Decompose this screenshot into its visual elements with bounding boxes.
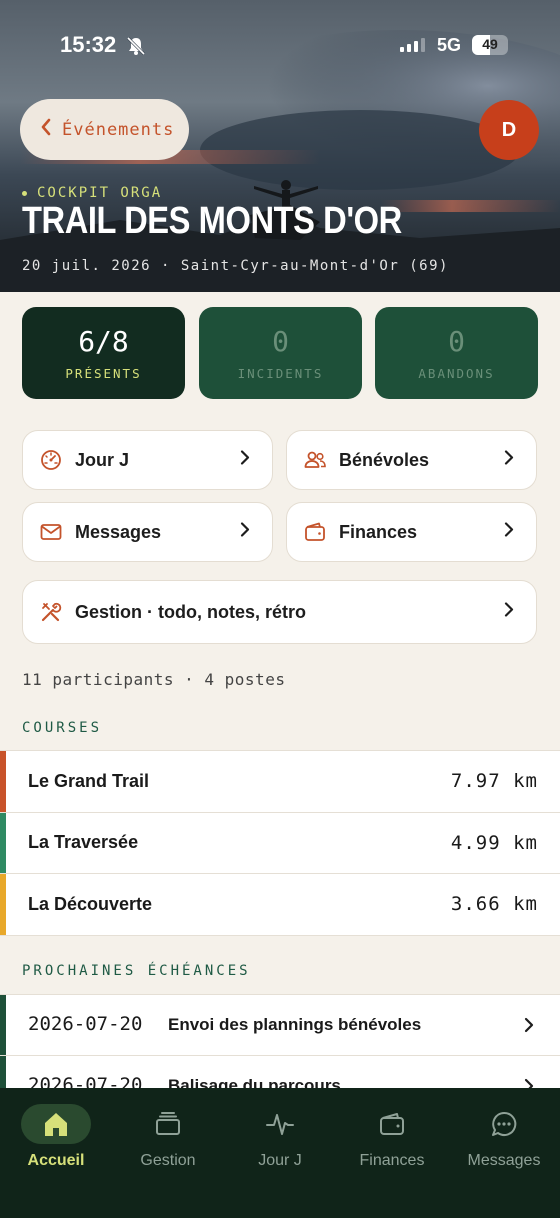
speedometer-icon bbox=[39, 448, 63, 472]
bell-off-icon bbox=[126, 36, 146, 60]
course-name: La Découverte bbox=[28, 893, 153, 914]
tile-benevoles[interactable]: Bénévoles bbox=[286, 430, 537, 490]
battery-level: 49 bbox=[482, 36, 498, 52]
wallet-icon bbox=[303, 520, 327, 544]
deadline-title: Envoi des plannings bénévoles bbox=[168, 1015, 422, 1034]
course-list: Le Grand Trail 7.97 km La Traversée 4.99… bbox=[0, 750, 560, 936]
tile-jour-j[interactable]: Jour J bbox=[22, 430, 273, 490]
tab-label: Finances bbox=[359, 1152, 425, 1169]
tile-gestion[interactable]: Gestion · todo, notes, rétro bbox=[22, 580, 537, 644]
course-distance: 4.99 km bbox=[450, 831, 538, 854]
stat-label: PRÉSENTS bbox=[65, 366, 142, 381]
stat-value: 0 bbox=[272, 325, 289, 358]
event-kicker: COCKPIT ORGA bbox=[22, 185, 162, 201]
course-name: La Traversée bbox=[28, 832, 139, 853]
tile-label: Jour J bbox=[75, 449, 130, 470]
chevron-right-icon bbox=[504, 602, 514, 623]
tile-messages[interactable]: Messages bbox=[22, 502, 273, 562]
stat-label: ABANDONS bbox=[418, 366, 495, 381]
course-row[interactable]: Le Grand Trail 7.97 km bbox=[0, 751, 560, 813]
stat-incidents[interactable]: 0 INCIDENTS bbox=[199, 307, 362, 399]
tab-label: Jour J bbox=[258, 1152, 302, 1169]
course-row[interactable]: La Découverte 3.66 km bbox=[0, 874, 560, 936]
chevron-right-icon bbox=[240, 522, 250, 543]
chevron-right-icon bbox=[504, 522, 514, 543]
deadline-date: 2026-07-20 bbox=[28, 1013, 143, 1035]
deadline-row[interactable]: 2026-07-20 Envoi des plannings bénévoles bbox=[0, 995, 560, 1056]
battery-icon: 49 bbox=[472, 35, 508, 55]
tab-finances[interactable]: Finances bbox=[336, 1104, 448, 1170]
home-icon bbox=[21, 1104, 91, 1144]
tab-jour-j[interactable]: Jour J bbox=[224, 1104, 336, 1170]
course-distance: 7.97 km bbox=[450, 770, 538, 793]
course-color-bar bbox=[0, 812, 6, 873]
pulse-icon bbox=[224, 1104, 336, 1144]
chevron-right-icon bbox=[240, 450, 250, 471]
chevron-right-icon bbox=[504, 450, 514, 471]
network-type: 5G bbox=[437, 35, 462, 55]
stat-abandons[interactable]: 0 ABANDONS bbox=[375, 307, 538, 399]
course-name: Le Grand Trail bbox=[28, 770, 150, 791]
event-title: TRAIL DES MONTS D'OR bbox=[22, 200, 402, 242]
tab-bar: Accueil Gestion Jour J Finances Messages bbox=[0, 1088, 560, 1218]
stat-label: INCIDENTS bbox=[237, 366, 324, 381]
tile-label: Messages bbox=[75, 521, 162, 542]
tile-label: Bénévoles bbox=[339, 449, 430, 470]
course-distance: 3.66 km bbox=[450, 893, 538, 916]
tile-finances[interactable]: Finances bbox=[286, 502, 537, 562]
envelope-icon bbox=[39, 520, 63, 544]
signal-icon bbox=[400, 38, 425, 52]
people-icon bbox=[303, 448, 327, 472]
tab-messages[interactable]: Messages bbox=[448, 1104, 560, 1170]
tile-label: Gestion · todo, notes, rétro bbox=[75, 601, 307, 622]
user-avatar[interactable]: D bbox=[479, 100, 539, 160]
chevron-right-icon bbox=[524, 1017, 534, 1037]
stat-presents[interactable]: 6/8 PRÉSENTS bbox=[22, 307, 185, 399]
status-time: 15:32 bbox=[60, 32, 117, 57]
back-button[interactable]: Événements bbox=[20, 99, 189, 160]
event-summary: 11 participants · 4 postes bbox=[22, 670, 286, 689]
status-bar: 15:32 5G 49 bbox=[0, 0, 560, 90]
stat-value: 0 bbox=[448, 325, 465, 358]
tab-label: Gestion bbox=[140, 1152, 196, 1169]
tray-icon bbox=[112, 1104, 224, 1144]
kicker-dot bbox=[22, 190, 27, 196]
course-row[interactable]: La Traversée 4.99 km bbox=[0, 812, 560, 874]
chat-icon bbox=[448, 1104, 560, 1144]
courses-heading: COURSES bbox=[22, 720, 103, 736]
deadline-color-bar bbox=[0, 995, 6, 1055]
tab-gestion[interactable]: Gestion bbox=[112, 1104, 224, 1170]
deadlines-heading: PROCHAINES ÉCHÉANCES bbox=[22, 963, 251, 979]
stat-value: 6/8 bbox=[78, 325, 129, 358]
kicker-label: COCKPIT ORGA bbox=[37, 185, 163, 201]
tab-label: Messages bbox=[467, 1152, 541, 1169]
tile-label: Finances bbox=[339, 521, 418, 542]
chevron-left-icon bbox=[40, 118, 52, 141]
wallet-icon bbox=[336, 1104, 448, 1144]
event-hero: 15:32 5G 49 Événements D COCKPIT ORGA TR… bbox=[0, 0, 560, 292]
tools-icon bbox=[39, 600, 63, 624]
course-color-bar bbox=[0, 874, 6, 935]
tab-accueil[interactable]: Accueil bbox=[0, 1104, 112, 1170]
course-color-bar bbox=[0, 751, 6, 812]
back-label: Événements bbox=[62, 119, 175, 140]
tab-label: Accueil bbox=[27, 1152, 85, 1169]
event-meta: 20 juil. 2026 · Saint-Cyr-au-Mont-d'Or (… bbox=[22, 258, 449, 274]
